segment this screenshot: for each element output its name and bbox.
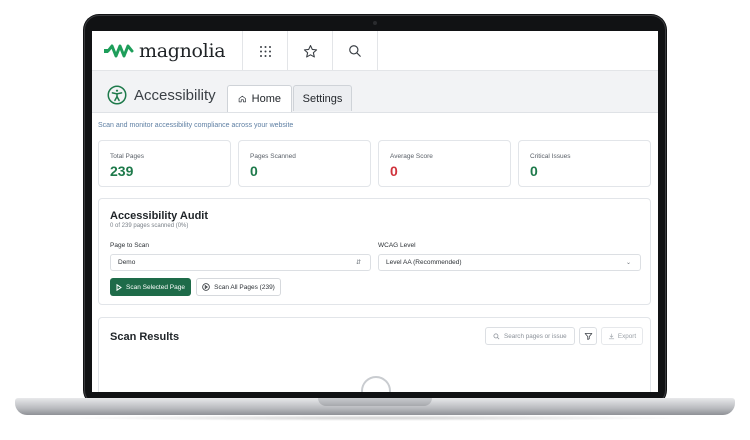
scan-all-pages-button[interactable]: Scan All Pages (239): [196, 278, 281, 296]
scan-selected-page-button[interactable]: Scan Selected Page: [110, 278, 191, 296]
app-title: Accessibility: [134, 86, 216, 104]
tab-settings[interactable]: Settings: [293, 85, 352, 111]
scan-all-label: Scan All Pages (239): [214, 283, 275, 291]
brand-logo[interactable]: magnolia: [104, 39, 226, 63]
stat-card-average-score: Average Score 0: [378, 140, 511, 187]
stat-card-total-pages: Total Pages 239: [98, 140, 231, 187]
apps-grid-button[interactable]: [242, 31, 287, 71]
scan-results-card: Scan Results Search pages or issue Expor…: [98, 317, 651, 392]
wcag-level-select[interactable]: Level AA (Recommended) ⌄: [378, 254, 641, 271]
screen: magnolia Accessibility Home Settings Sca…: [92, 31, 658, 392]
topbar-divider: [377, 31, 378, 71]
brand-name: magnolia: [139, 40, 226, 62]
tab-settings-label: Settings: [302, 92, 343, 105]
magnolia-logo-icon: [104, 44, 134, 58]
filter-icon: [584, 332, 592, 340]
stat-value: 239: [110, 163, 134, 179]
main-panel: Scan and monitor accessibility complianc…: [92, 112, 658, 392]
stat-value: 0: [530, 163, 538, 179]
stat-value: 0: [250, 163, 258, 179]
page-to-scan-select[interactable]: Demo ⇵: [110, 254, 371, 271]
stat-label: Total Pages: [110, 153, 144, 160]
page-to-scan-label: Page to Scan: [110, 242, 150, 249]
wcag-level-value: Level AA (Recommended): [386, 259, 462, 266]
laptop-notch: [318, 398, 432, 406]
search-button[interactable]: [332, 31, 377, 71]
stat-label: Critical Issues: [530, 153, 571, 160]
download-icon: [608, 333, 615, 339]
stat-card-pages-scanned: Pages Scanned 0: [238, 140, 371, 187]
audit-title: Accessibility Audit: [110, 210, 209, 222]
star-icon: [303, 44, 317, 57]
page-to-scan-value: Demo: [118, 259, 136, 266]
favorites-button[interactable]: [287, 31, 332, 71]
audit-progress-text: 0 of 239 pages scanned (0%): [110, 223, 189, 229]
home-icon: [238, 95, 246, 103]
wcag-level-label: WCAG Level: [378, 242, 416, 249]
tab-home[interactable]: Home: [227, 85, 292, 112]
apps-grid-icon: [259, 45, 271, 57]
top-bar: magnolia: [92, 31, 658, 71]
search-icon: [349, 45, 361, 57]
stat-label: Pages Scanned: [250, 153, 296, 160]
results-title: Scan Results: [110, 331, 180, 343]
stat-card-critical-issues: Critical Issues 0: [518, 140, 651, 187]
accessibility-icon: [107, 85, 127, 105]
page-subtitle: Scan and monitor accessibility complianc…: [98, 122, 294, 129]
scan-selected-label: Scan Selected Page: [126, 283, 185, 291]
select-updown-icon: ⇵: [356, 260, 362, 266]
app-header: Accessibility: [107, 85, 216, 105]
accessibility-audit-card: Accessibility Audit 0 of 239 pages scann…: [98, 198, 651, 305]
search-input[interactable]: Search pages or issue: [485, 327, 575, 345]
tab-home-label: Home: [251, 93, 281, 105]
loading-spinner: [361, 376, 391, 392]
chevron-down-icon: ⌄: [626, 260, 632, 266]
stat-label: Average Score: [390, 153, 433, 160]
search-placeholder: Search pages or issue: [504, 332, 567, 340]
search-icon: [493, 333, 500, 339]
stat-value: 0: [390, 163, 398, 179]
export-button[interactable]: Export: [601, 327, 643, 345]
play-circle-icon: [202, 283, 210, 291]
play-icon: [116, 283, 122, 291]
export-label: Export: [617, 332, 637, 340]
laptop-shadow: [60, 415, 690, 421]
filter-button[interactable]: [579, 327, 597, 345]
camera: [373, 21, 377, 25]
